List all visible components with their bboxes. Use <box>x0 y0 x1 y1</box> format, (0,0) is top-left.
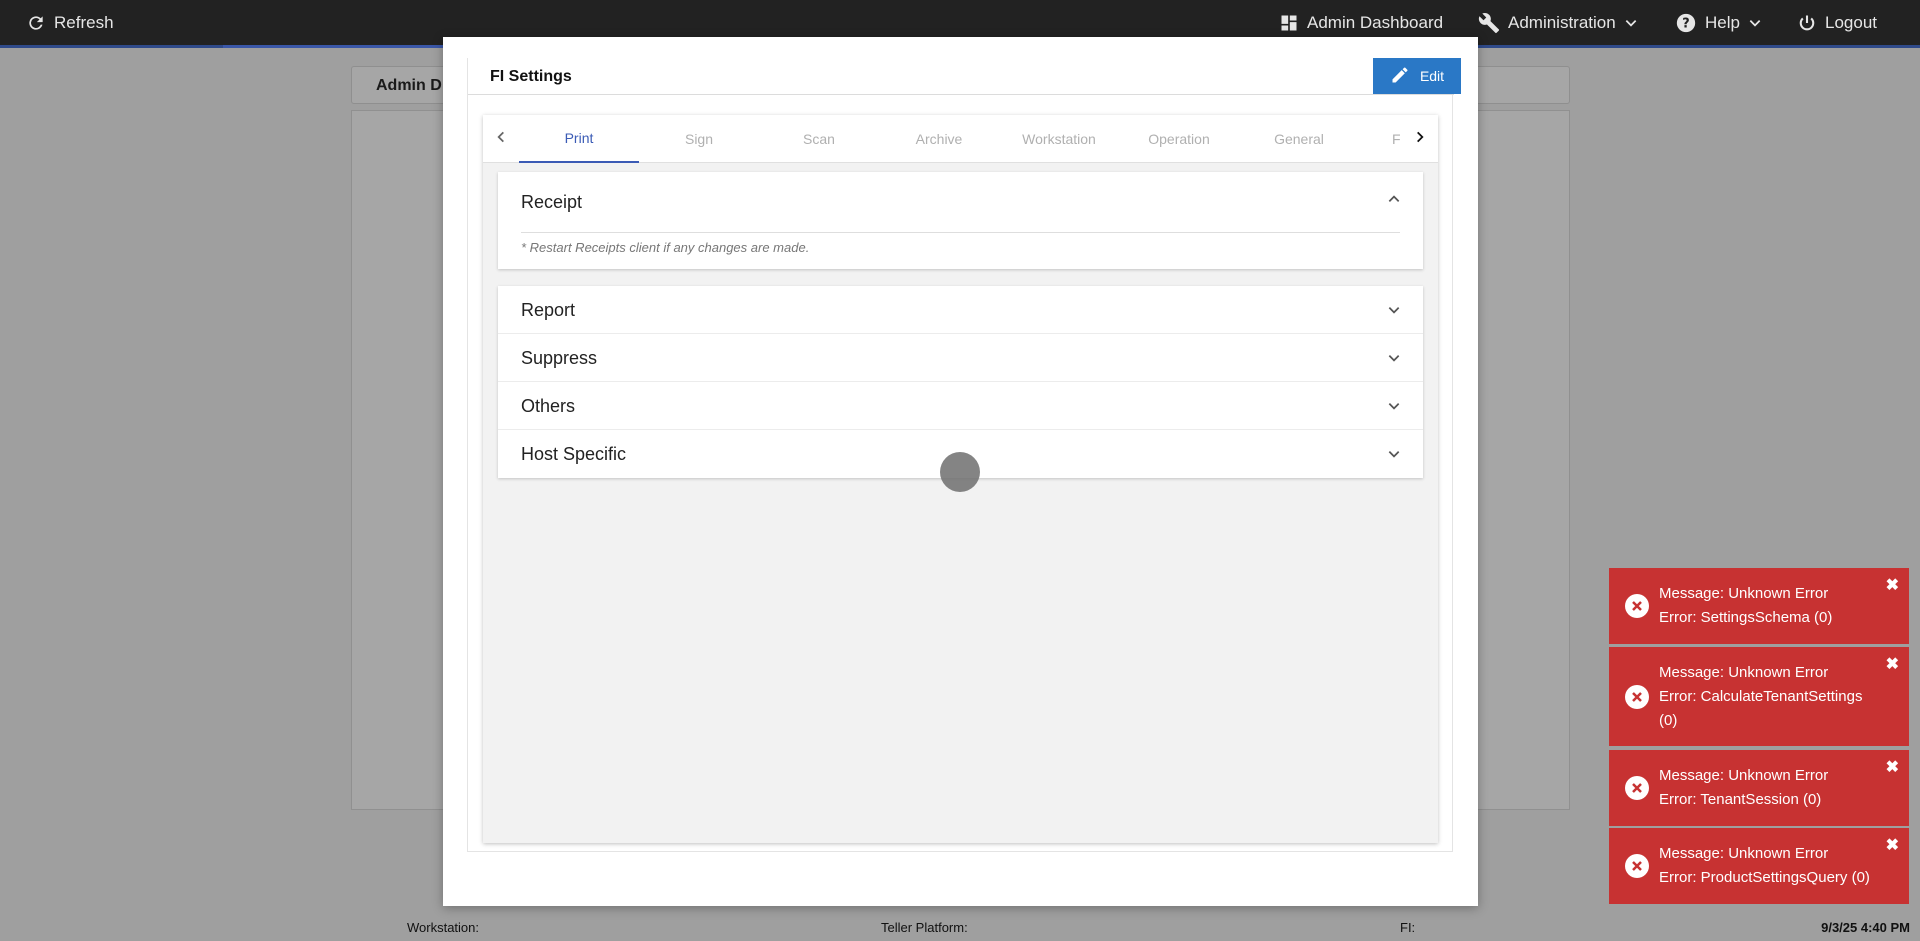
edit-button[interactable]: Edit <box>1373 58 1461 94</box>
chevron-down-icon <box>1387 303 1401 322</box>
tab-scan[interactable]: Scan <box>759 115 879 163</box>
chevron-down-icon <box>1387 351 1401 370</box>
close-icon[interactable]: ✖ <box>1886 838 1899 854</box>
toast-line: Error: ProductSettingsQuery (0) <box>1659 869 1870 886</box>
tab-workstation[interactable]: Workstation <box>999 115 1119 163</box>
refresh-button[interactable]: Refresh <box>26 0 114 45</box>
section-others[interactable]: Others <box>498 382 1423 430</box>
status-bar: Workstation: Teller Platform: FI: 9/3/25… <box>0 911 1920 941</box>
section-label: Host Specific <box>521 444 627 464</box>
administration-menu[interactable]: Administration <box>1478 0 1638 45</box>
modal-title: FI Settings <box>490 68 572 85</box>
tab-archive[interactable]: Archive <box>879 115 999 163</box>
toast-message: Message: Unknown Error Error: SettingsSc… <box>1659 582 1879 630</box>
power-icon <box>1797 13 1817 33</box>
tab-operation[interactable]: Operation <box>1119 115 1239 163</box>
chevron-up-icon[interactable] <box>1387 192 1401 211</box>
mouse-cursor-indicator <box>940 452 980 492</box>
settings-sections: Report Suppress Others Host Specific <box>498 286 1423 478</box>
chevron-down-icon <box>1387 399 1401 418</box>
toast-line: Error: SettingsSchema (0) <box>1659 609 1833 626</box>
close-icon[interactable]: ✖ <box>1886 760 1899 776</box>
toast-line: Message: Unknown Error <box>1659 585 1829 602</box>
toast-message: Message: Unknown Error Error: TenantSess… <box>1659 764 1879 812</box>
svg-text:?: ? <box>1682 16 1689 31</box>
section-label: Suppress <box>521 348 598 368</box>
error-icon <box>1625 776 1649 800</box>
help-menu[interactable]: ? Help <box>1675 0 1762 45</box>
toast-line: Message: Unknown Error <box>1659 767 1829 784</box>
tabs-scroll-left[interactable] <box>483 115 519 163</box>
toast-line: Message: Unknown Error <box>1659 664 1829 681</box>
error-toast: Message: Unknown Error Error: ProductSet… <box>1609 828 1909 904</box>
settings-tabs: Print Sign Scan Archive Workstation Oper… <box>483 115 1438 163</box>
error-toast: Message: Unknown Error Error: CalculateT… <box>1609 647 1909 746</box>
error-icon <box>1625 594 1649 618</box>
modal-header: FI Settings <box>468 58 1454 95</box>
edit-label: Edit <box>1419 68 1445 84</box>
tab-print[interactable]: Print <box>519 115 639 163</box>
section-suppress[interactable]: Suppress <box>498 334 1423 382</box>
toast-line: Error: TenantSession (0) <box>1659 791 1822 808</box>
error-toast: Message: Unknown Error Error: TenantSess… <box>1609 750 1909 826</box>
help-label: Help <box>1705 12 1740 32</box>
chevron-left-icon <box>494 130 508 149</box>
help-icon: ? <box>1675 12 1697 34</box>
dashboard-icon <box>1279 13 1299 33</box>
wrench-icon <box>1478 12 1500 34</box>
refresh-label: Refresh <box>54 12 114 32</box>
admin-dashboard-label: Admin Dashboard <box>1307 12 1444 32</box>
receipt-title[interactable]: Receipt <box>521 192 582 213</box>
logout-button[interactable]: Logout <box>1797 0 1877 45</box>
teller-platform-status: Teller Platform: <box>881 920 968 935</box>
section-label: Report <box>521 300 576 320</box>
chevron-right-icon <box>1413 130 1427 149</box>
tab-partial[interactable]: F <box>1359 115 1402 163</box>
pencil-icon <box>1390 65 1410 88</box>
section-label: Others <box>521 396 576 416</box>
chevron-down-icon <box>1748 16 1762 30</box>
refresh-icon <box>26 13 46 33</box>
tab-general[interactable]: General <box>1239 115 1359 163</box>
fi-status: FI: <box>1400 920 1416 935</box>
toast-line: Error: CalculateTenantSettings (0) <box>1659 688 1863 729</box>
tab-sign[interactable]: Sign <box>639 115 759 163</box>
close-icon[interactable]: ✖ <box>1886 578 1899 594</box>
datetime-status: 9/3/25 4:40 PM <box>1821 920 1910 935</box>
toast-message: Message: Unknown Error Error: ProductSet… <box>1659 842 1879 890</box>
tabs-scroll-right[interactable] <box>1402 115 1438 163</box>
logout-label: Logout <box>1825 12 1877 32</box>
receipt-note: * Restart Receipts client if any changes… <box>521 240 810 255</box>
receipt-panel: Receipt * Restart Receipts client if any… <box>498 172 1423 269</box>
workstation-status: Workstation: <box>407 920 480 935</box>
error-icon <box>1625 685 1649 709</box>
administration-label: Administration <box>1508 12 1616 32</box>
chevron-down-icon <box>1624 16 1638 30</box>
background-tab-title: Admin D <box>376 77 442 94</box>
toast-line: Message: Unknown Error <box>1659 845 1829 862</box>
section-report[interactable]: Report <box>498 286 1423 334</box>
error-toast: Message: Unknown Error Error: SettingsSc… <box>1609 568 1909 644</box>
toast-message: Message: Unknown Error Error: CalculateT… <box>1659 661 1879 733</box>
receipt-divider <box>521 232 1400 233</box>
error-icon <box>1625 854 1649 878</box>
chevron-down-icon <box>1387 447 1401 466</box>
close-icon[interactable]: ✖ <box>1886 657 1899 673</box>
